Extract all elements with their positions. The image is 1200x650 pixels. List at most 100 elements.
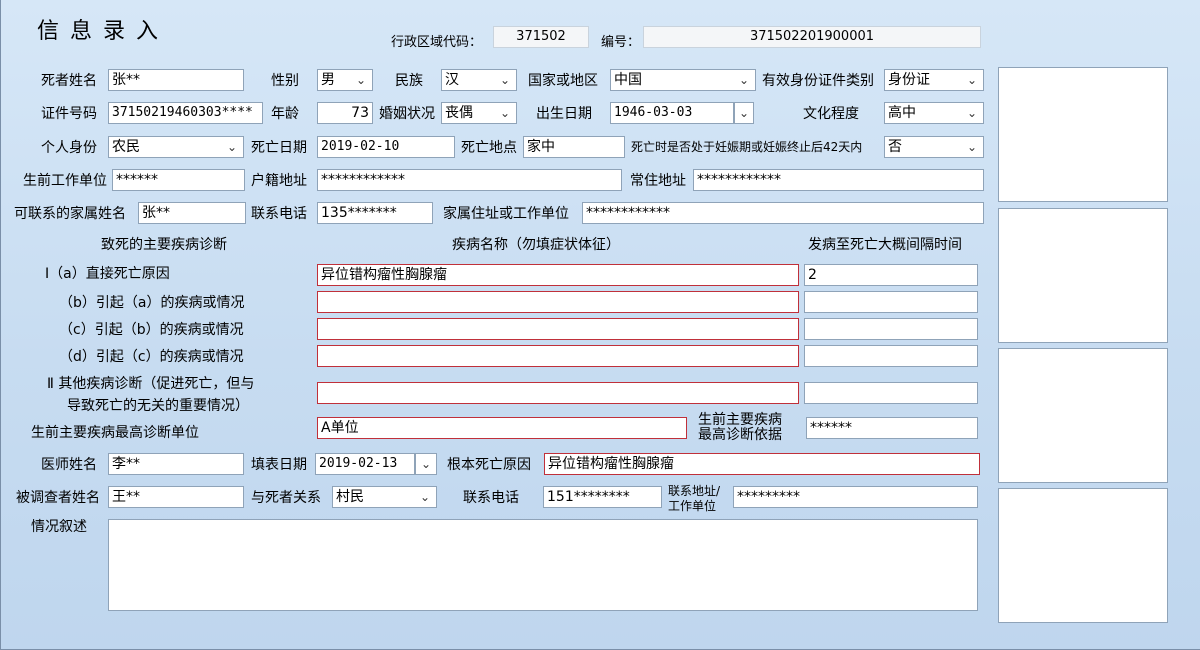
record-id-label: 编号： [601,35,641,50]
residence-label: 常住地址 [630,173,686,189]
education-value: 高中 [888,105,916,121]
death-place-label: 死亡地点 [461,140,517,156]
cause-d-disease-field[interactable] [317,345,799,367]
ethnicity-select[interactable]: 汉 ⌄ [441,69,517,91]
country-value: 中国 [614,72,642,88]
birth-date-field[interactable]: 1946-03-03 [610,102,734,124]
id-number-label: 证件号码 [41,106,97,122]
disease-name-col-header: 疾病名称（勿填症状体征） [452,237,620,253]
ethnicity-label: 民族 [395,73,423,89]
side-panel-3 [998,348,1168,483]
other-interval-field[interactable] [804,382,978,404]
narrative-textarea[interactable] [108,519,978,611]
relation-label: 与死者关系 [251,490,321,506]
identity-label: 个人身份 [41,140,97,156]
chevron-down-icon: ⌄ [226,140,238,154]
country-select[interactable]: 中国 ⌄ [610,69,756,91]
education-select[interactable]: 高中 ⌄ [884,102,984,124]
chevron-down-icon: ⌄ [738,106,750,120]
chevron-down-icon: ⌄ [499,73,511,87]
cause-row-label: （d）引起（c）的疾病或情况 [59,349,244,365]
region-code-label: 行政区域代码： [391,35,483,50]
other-diagnosis-label-2: 导致死亡的无关的重要情况） [67,398,249,414]
other-disease-field[interactable] [317,382,799,404]
top-diagnosis-unit-field[interactable]: A单位 [317,417,687,439]
cause-b-interval-field[interactable] [804,291,978,313]
narrative-label: 情况叙述 [31,519,87,535]
family-name-label: 可联系的家属姓名 [14,206,126,222]
chevron-down-icon: ⌄ [966,140,978,154]
pregnancy-select[interactable]: 否 ⌄ [884,136,984,158]
chevron-down-icon: ⌄ [420,457,432,471]
gender-select[interactable]: 男 ⌄ [317,69,373,91]
chevron-down-icon: ⌄ [419,490,431,504]
workplace-field[interactable]: ****** [112,169,245,191]
cause-c-disease-field[interactable] [317,318,799,340]
region-code-value: 371502 [493,26,589,48]
other-diagnosis-label: Ⅱ 其他疾病诊断（促进死亡，但与 [47,376,255,392]
chevron-down-icon: ⌄ [966,106,978,120]
family-address-field[interactable]: ************ [582,202,984,224]
cause-row-label: （b）引起（a）的疾病或情况 [59,295,245,311]
respondent-name-label: 被调查者姓名 [16,490,100,506]
residence-field[interactable]: ************ [693,169,984,191]
fill-date-picker[interactable]: ⌄ [415,453,437,475]
doctor-name-field[interactable]: 李** [108,453,244,475]
page-title: 信 息 录 入 [37,19,160,44]
interval-col-header: 发病至死亡大概间隔时间 [808,237,962,253]
birth-date-label: 出生日期 [536,106,592,122]
birth-date-picker[interactable]: ⌄ [734,102,754,124]
diagnosis-basis-label-2: 最高诊断依据 [698,427,782,443]
ethnicity-value: 汉 [445,72,459,88]
root-cause-label: 根本死亡原因 [447,457,531,473]
death-place-field[interactable]: 家中 [523,136,625,158]
id-number-field[interactable]: 37150219460303**** [108,102,263,124]
chevron-down-icon: ⌄ [499,106,511,120]
top-diagnosis-unit-label: 生前主要疾病最高诊断单位 [31,425,199,441]
death-date-label: 死亡日期 [251,140,307,156]
country-label: 国家或地区 [528,73,598,89]
family-name-field[interactable]: 张** [138,202,246,224]
family-phone-field[interactable]: 135******* [317,202,433,224]
cause-row-label: （c）引起（b）的疾病或情况 [59,322,244,338]
root-cause-field[interactable]: 异位错构瘤性胸腺瘤 [544,453,980,475]
age-field[interactable]: 73 [317,102,373,124]
respondent-phone-field[interactable]: 151******** [543,486,662,508]
relation-select[interactable]: 村民 ⌄ [332,486,437,508]
chevron-down-icon: ⌄ [355,73,367,87]
identity-value: 农民 [112,139,140,155]
family-phone-label: 联系电话 [251,206,307,222]
id-type-value: 身份证 [888,72,930,88]
direct-cause-interval-field[interactable]: 2 [804,264,978,286]
death-date-field[interactable]: 2019-02-10 [317,136,455,158]
household-field[interactable]: ************ [317,169,622,191]
cause-d-interval-field[interactable] [804,345,978,367]
fill-date-label: 填表日期 [251,457,307,473]
respondent-address-label-2: 工作单位 [668,499,717,513]
deceased-name-label: 死者姓名 [41,73,97,89]
household-label: 户籍地址 [251,173,307,189]
respondent-address-field[interactable]: ********* [733,486,978,508]
id-type-select[interactable]: 身份证 ⌄ [884,69,984,91]
respondent-name-field[interactable]: 王** [108,486,244,508]
cause-b-disease-field[interactable] [317,291,799,313]
cause-row-label: Ⅰ（a）直接死亡原因 [45,266,170,282]
cause-c-interval-field[interactable] [804,318,978,340]
diagnosis-basis-field[interactable]: ****** [806,417,978,439]
gender-value: 男 [321,72,335,88]
marital-value: 丧偶 [445,105,473,121]
respondent-address-label: 联系地址/ [668,484,721,498]
direct-cause-disease-field[interactable]: 异位错构瘤性胸腺瘤 [317,264,799,286]
id-type-label: 有效身份证件类别 [762,73,874,89]
chevron-down-icon: ⌄ [966,73,978,87]
doctor-name-label: 医师姓名 [41,457,97,473]
side-panel-4 [998,488,1168,623]
identity-select[interactable]: 农民 ⌄ [108,136,244,158]
deceased-name-field[interactable]: 张** [108,69,244,91]
record-id-value: 371502201900001 [643,26,981,48]
family-address-label: 家属住址或工作单位 [443,206,569,222]
pregnancy-label: 死亡时是否处于妊娠期或妊娠终止后42天内 [631,140,863,154]
workplace-label: 生前工作单位 [23,173,107,189]
fill-date-field[interactable]: 2019-02-13 [315,453,415,475]
marital-select[interactable]: 丧偶 ⌄ [441,102,517,124]
